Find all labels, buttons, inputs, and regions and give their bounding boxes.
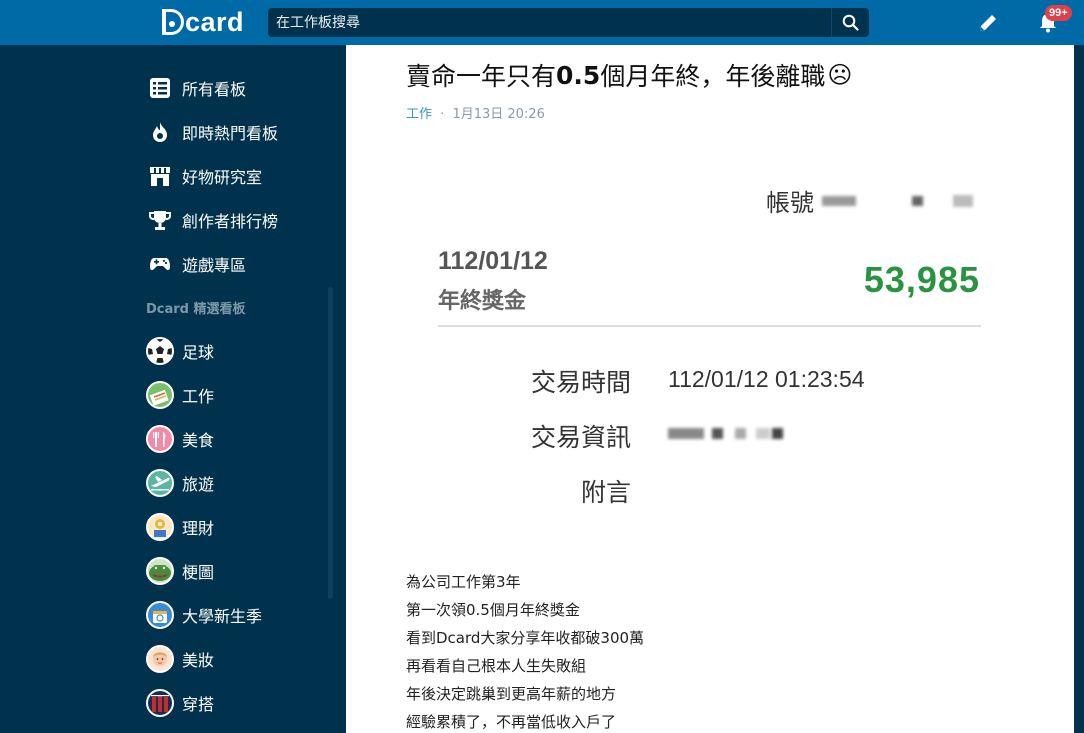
logo-text: card	[185, 6, 245, 37]
sidebar-board-finance[interactable]: 理財	[146, 511, 214, 543]
sidebar-item-label: 梗圖	[182, 563, 215, 582]
sidebar-item-label: 大學新生季	[182, 607, 263, 626]
post-body-line: 年後決定跳巢到更高年薪的地方	[406, 685, 617, 703]
post-time: 1月13日 20:26	[452, 107, 545, 122]
post-meta: 工作 · 1月13日 20:26	[406, 103, 545, 122]
meme-board-avatar	[146, 557, 174, 585]
sidebar-item-label: 美妝	[182, 651, 215, 670]
write-post-button[interactable]	[974, 9, 1002, 37]
notification-badge: 99+	[1045, 5, 1072, 21]
search-bar	[268, 8, 869, 37]
sidebar-item-label: 美食	[182, 431, 215, 450]
sidebar-board-meme[interactable]: 梗圖	[146, 555, 214, 587]
post-title-prefix: 賣命一年只有	[406, 62, 557, 91]
sidebar-item-all-boards[interactable]: 所有看板	[146, 72, 246, 104]
receipt-divider	[438, 325, 981, 327]
shop-icon	[146, 162, 174, 190]
sidebar-item-label: 理財	[182, 519, 215, 538]
account-label: 帳號	[766, 189, 814, 217]
sidebar-item-label: 所有看板	[182, 80, 247, 99]
sidebar-board-football[interactable]: 足球	[146, 335, 214, 367]
dcard-logo[interactable]: card	[162, 7, 244, 37]
sidebar-item-label: 工作	[182, 387, 215, 406]
receipt-image: 帳號 112/01/12 年終獎金 53,985 交易時間 112/01/12 …	[406, 163, 1006, 543]
sidebar-item-goods-lab[interactable]: 好物研究室	[146, 160, 262, 192]
sidebar-board-food[interactable]: 美食	[146, 423, 214, 455]
sidebar-item-label: 創作者排行榜	[182, 212, 279, 231]
sidebar-board-freshman[interactable]: 大學新生季	[146, 599, 262, 631]
finance-board-avatar	[146, 513, 174, 541]
work-board-avatar	[146, 381, 174, 409]
post-board-link[interactable]: 工作	[406, 107, 432, 122]
sidebar-item-label: 足球	[182, 343, 215, 362]
sidebar-item-hot-boards[interactable]: 即時熱門看板	[146, 116, 278, 148]
account-row: 帳號	[766, 183, 973, 218]
sidebar-item-label: 好物研究室	[182, 168, 263, 187]
account-redacted	[822, 195, 856, 206]
tx-info-redacted	[668, 428, 783, 439]
receipt-type: 年終獎金	[438, 289, 527, 314]
post-body-line: 為公司工作第3年	[406, 573, 521, 591]
receipt-amount: 53,985	[863, 259, 980, 300]
search-input[interactable]	[268, 8, 831, 37]
trophy-icon	[146, 206, 174, 234]
note-label: 附言	[580, 478, 631, 507]
search-icon	[842, 14, 859, 31]
gamepad-icon	[146, 250, 174, 278]
sidebar-board-work[interactable]: 工作	[146, 379, 214, 411]
featured-boards-title: Dcard 精選看板	[146, 302, 246, 317]
post-body-line: 第一次領0.5個月年終獎金	[406, 601, 580, 619]
tx-time-value: 112/01/12 01:23:54	[668, 366, 865, 392]
account-redacted	[912, 195, 923, 206]
sidebar-item-label: 旅遊	[182, 475, 215, 494]
sidebar-board-outfit[interactable]: 穿搭	[146, 687, 214, 719]
pencil-icon	[980, 15, 996, 31]
sidebar-item-games[interactable]: 遊戲專區	[146, 248, 246, 280]
sidebar-item-label: 即時熱門看板	[182, 124, 279, 143]
food-board-avatar	[146, 425, 174, 453]
list-icon	[146, 74, 174, 102]
top-bar: card 99+	[0, 0, 1084, 45]
logo-d-mark	[162, 9, 184, 35]
sidebar-board-travel[interactable]: 旅遊	[146, 467, 214, 499]
sidebar-item-label: 穿搭	[182, 695, 215, 714]
tx-time-label: 交易時間	[530, 368, 631, 397]
right-edge	[1074, 45, 1084, 733]
sidebar-scrollbar[interactable]	[328, 287, 333, 599]
flame-icon	[146, 118, 174, 146]
account-redacted	[953, 194, 973, 207]
sidebar-item-label: 遊戲專區	[182, 256, 247, 275]
post-title: 賣命一年只有 0.5 個月年終，年後離職 ☹	[406, 57, 852, 93]
outfit-board-avatar	[146, 689, 174, 717]
post-body: 為公司工作第3年 第一次領0.5個月年終獎金 看到Dcard大家分享年收都破30…	[406, 568, 644, 733]
post-body-line: 再看看自己根本人生失敗組	[406, 657, 587, 675]
post-title-suffix: 個月年終，年後離職	[600, 62, 826, 91]
travel-board-avatar	[146, 469, 174, 497]
frown-emoji-icon: ☹	[827, 61, 853, 89]
tx-info-label: 交易資訊	[530, 423, 631, 452]
meta-separator: ·	[440, 107, 445, 122]
sidebar-board-makeup[interactable]: 美妝	[146, 643, 214, 675]
sidebar: 所有看板 即時熱門看板 好物研究室 創作者排行榜 遊戲專區 Dcard 精選看板…	[0, 45, 346, 733]
sidebar-item-creator-ranking[interactable]: 創作者排行榜	[146, 204, 278, 236]
search-button[interactable]	[831, 8, 869, 37]
football-board-avatar	[146, 337, 174, 365]
post-content: 賣命一年只有 0.5 個月年終，年後離職 ☹ 工作 · 1月13日 20:26 帳號 …	[346, 45, 1074, 733]
post-body-line: 經驗累積了，不再當低收入戶了	[406, 713, 617, 731]
receipt-date: 112/01/12	[438, 247, 548, 275]
post-title-number: 0.5	[556, 60, 601, 90]
freshman-board-avatar	[146, 601, 174, 629]
makeup-board-avatar	[146, 645, 174, 673]
post-body-line: 看到Dcard大家分享年收都破300萬	[406, 629, 645, 647]
